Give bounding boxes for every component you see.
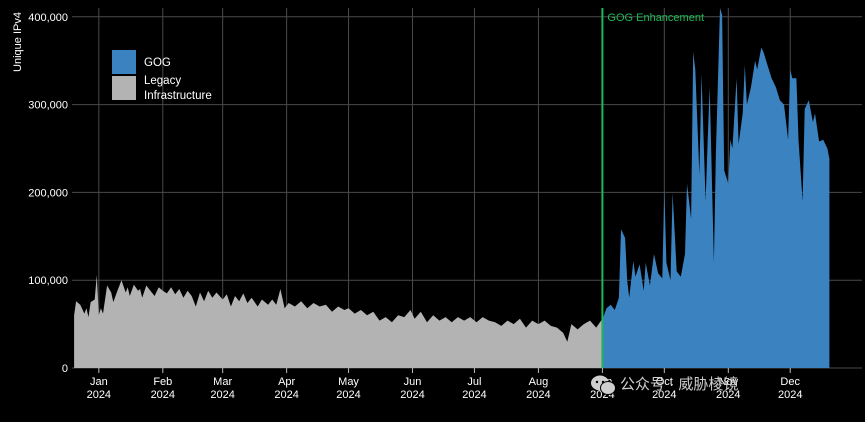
x-tick-month: Feb bbox=[153, 376, 172, 388]
legend-label-legacy-line2: Infrastructure bbox=[144, 90, 212, 102]
x-tick-month: May bbox=[338, 376, 359, 388]
x-tick-month: Dec bbox=[780, 376, 800, 388]
y-axis: 0 100,000 200,000 300,000 400,000 bbox=[28, 12, 68, 375]
legend-label-gog: GOG bbox=[144, 57, 171, 69]
x-tick-year: 2024 bbox=[778, 389, 802, 401]
y-tick-label: 100,000 bbox=[28, 275, 68, 287]
x-tick-year: 2024 bbox=[151, 389, 175, 401]
x-tick-year: 2024 bbox=[87, 389, 111, 401]
x-tick-month: Mar bbox=[213, 376, 232, 388]
legend: GOG Legacy Infrastructure bbox=[112, 50, 212, 102]
x-tick-month: Aug bbox=[529, 376, 549, 388]
annotation-label: GOG Enhancement bbox=[607, 12, 704, 24]
x-tick-year: 2024 bbox=[336, 389, 360, 401]
legend-label-legacy-line1: Legacy bbox=[144, 75, 181, 87]
y-tick-label: 0 bbox=[62, 363, 68, 375]
chart-container: GOG Enhancement 0 100,000 200,000 300,000 40… bbox=[0, 0, 865, 417]
area-series-gog bbox=[602, 8, 830, 368]
x-tick-year: 2024 bbox=[462, 389, 486, 401]
x-tick-month: Jul bbox=[467, 376, 481, 388]
y-tick-label: 300,000 bbox=[28, 100, 68, 112]
y-tick-label: 200,000 bbox=[28, 187, 68, 199]
x-tick-year: 2024 bbox=[526, 389, 550, 401]
y-tick-label: 400,000 bbox=[28, 12, 68, 24]
x-tick-month: Apr bbox=[278, 376, 295, 388]
x-tick-month: Jun bbox=[404, 376, 422, 388]
x-tick-year: 2024 bbox=[210, 389, 234, 401]
x-tick-year: 2024 bbox=[274, 389, 298, 401]
area-chart: GOG Enhancement 0 100,000 200,000 300,000 40… bbox=[12, 8, 862, 401]
series-areas bbox=[74, 8, 830, 368]
watermark: 公众号 · 威胁棱镜 bbox=[591, 375, 738, 395]
legend-swatch-gog bbox=[112, 50, 136, 74]
legend-swatch-legacy bbox=[112, 76, 136, 100]
watermark-text: 公众号 · 威胁棱镜 bbox=[620, 375, 738, 393]
x-tick-month: Jan bbox=[90, 376, 108, 388]
area-series-legacy bbox=[74, 274, 603, 368]
x-tick-year: 2024 bbox=[400, 389, 424, 401]
y-axis-title: Unique IPv4 bbox=[12, 12, 24, 72]
